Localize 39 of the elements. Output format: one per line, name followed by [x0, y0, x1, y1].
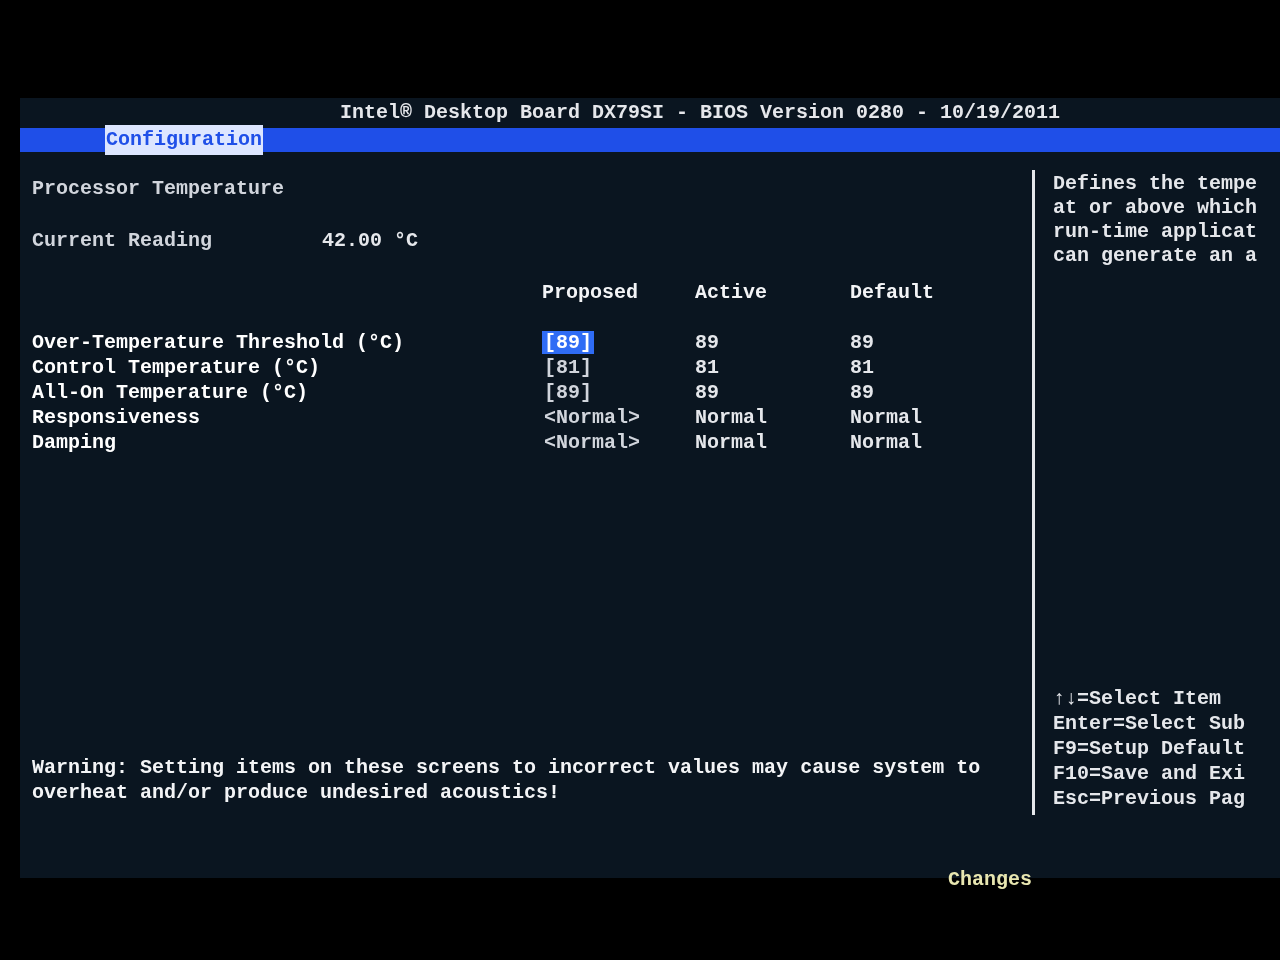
help-text: run-time applicat	[1053, 220, 1259, 244]
section-title: Processor Temperature	[32, 176, 286, 202]
table-cell-text: 81	[850, 354, 875, 381]
table-cell-text: 81	[695, 354, 720, 381]
menu-tab[interactable]: Configuration	[105, 125, 264, 155]
setting-label: Over-Temperature Threshold (°C)	[32, 329, 406, 356]
setting-label: Damping	[32, 429, 117, 456]
reading-label: Current Reading	[32, 228, 214, 254]
setting-value[interactable]: [81]	[542, 355, 594, 379]
setting-value[interactable]: <Normal>	[542, 430, 642, 454]
setting-value[interactable]: [89]	[542, 380, 594, 404]
setting-value[interactable]: [89]	[542, 330, 594, 354]
table-cell-text: 89	[850, 379, 875, 406]
help-text: can generate an a	[1053, 244, 1259, 268]
table-cell-text: Normal	[695, 404, 768, 431]
column-header: Proposed	[542, 280, 639, 306]
key-hint: F10=Save and Exi	[1053, 761, 1247, 786]
table-cell-text: 89	[695, 329, 720, 356]
bios-title: Intel® Desktop Board DX79SI - BIOS Version 0280 - 10/19/2011	[339, 100, 1061, 126]
help-text: at or above which	[1053, 196, 1259, 220]
key-hint: F9=Setup Default	[1053, 736, 1247, 761]
table-cell-text: Normal	[850, 429, 923, 456]
column-header: Active	[695, 280, 768, 306]
key-hint: ↑↓=Select Item	[1053, 686, 1223, 711]
help-text: Defines the tempe	[1053, 172, 1259, 196]
table-cell-text: Normal	[850, 404, 923, 431]
column-header: Default	[850, 280, 935, 306]
table-cell-text: 89	[695, 379, 720, 406]
warning-text: Warning: Setting items on these screens to incorrect values may cause system to overheat and/or produce undesired acoustics!	[32, 755, 982, 805]
reading-value: 42.00 °C	[322, 228, 418, 254]
setting-label: Responsiveness	[32, 404, 202, 431]
setting-label: All-On Temperature (°C)	[32, 379, 310, 406]
changes-label: Changes	[948, 867, 1032, 893]
setting-label: Control Temperature (°C)	[32, 354, 322, 381]
key-hint: Enter=Select Sub	[1053, 711, 1247, 736]
key-hint: Esc=Previous Pag	[1053, 786, 1247, 811]
table-cell-text: 89	[850, 329, 875, 356]
setting-value[interactable]: <Normal>	[542, 405, 642, 429]
table-cell-text: Normal	[695, 429, 768, 456]
